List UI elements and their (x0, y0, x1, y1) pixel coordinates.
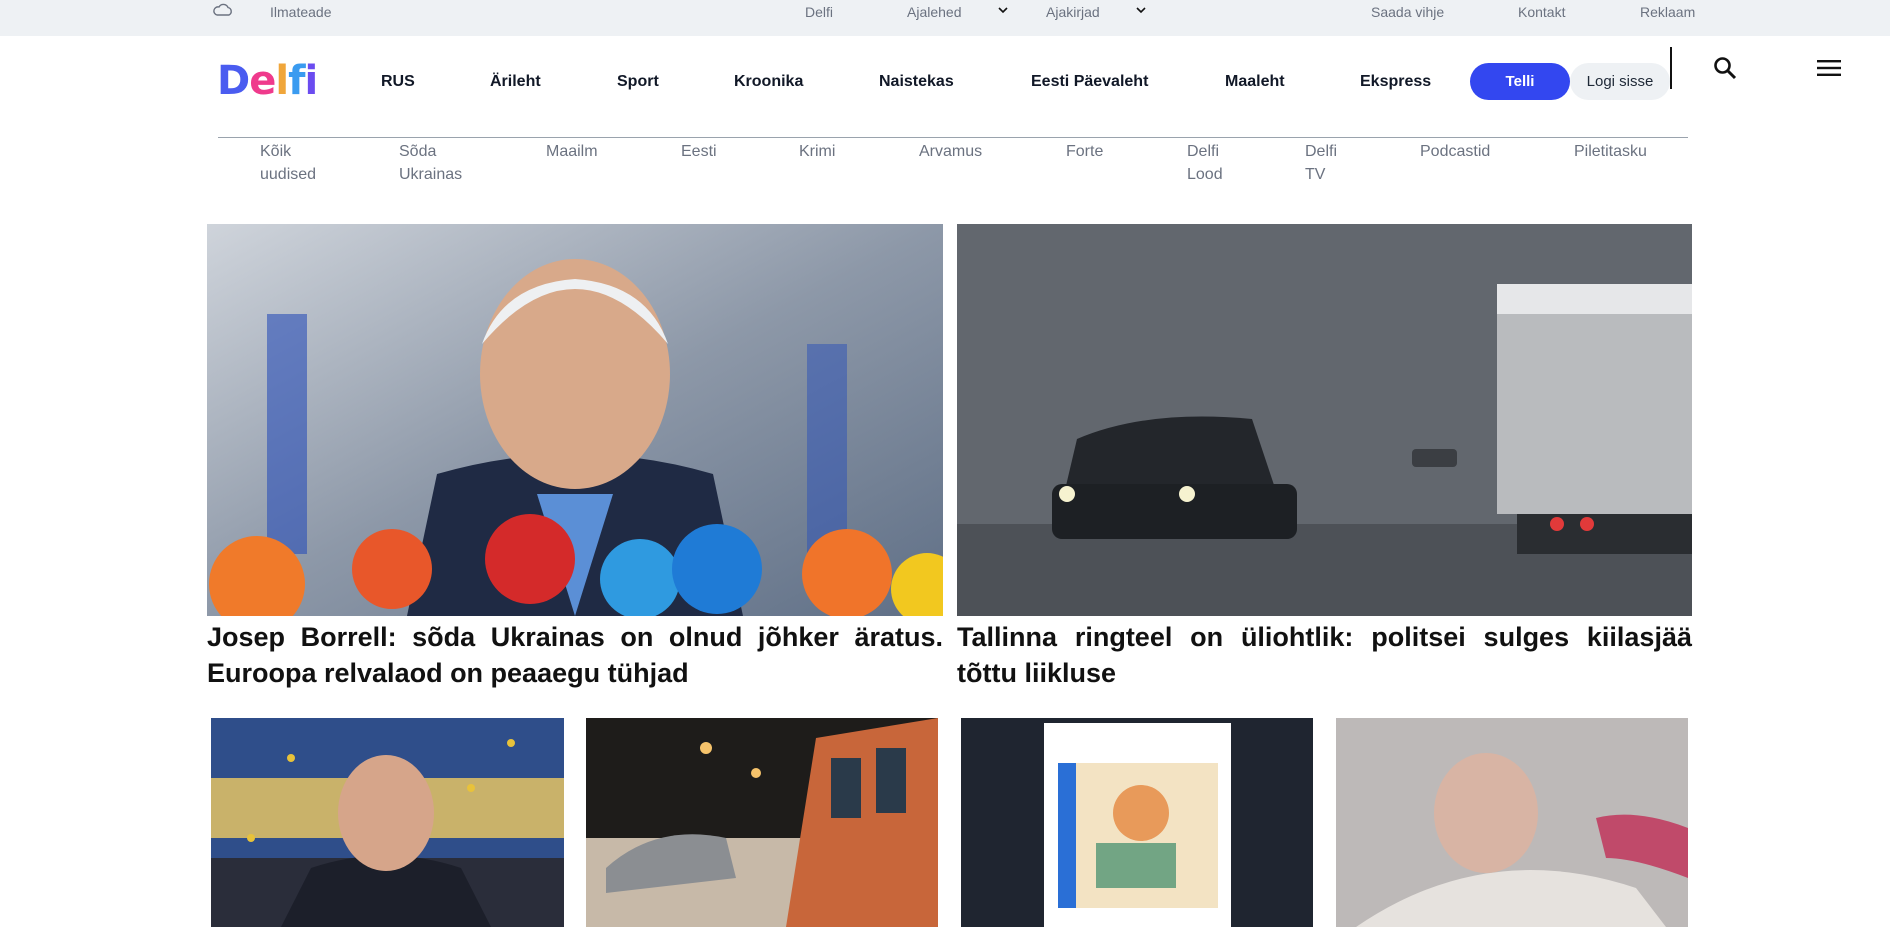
subscribe-button[interactable]: Telli (1470, 63, 1570, 100)
logo-letter: e (249, 58, 276, 104)
nav-item-ekspress[interactable]: Ekspress (1360, 73, 1431, 91)
chevron-down-icon[interactable] (1134, 3, 1148, 17)
subnav-item-piletitasku[interactable]: Piletitasku (1574, 140, 1647, 163)
subnav-item-eesti[interactable]: Eesti (681, 140, 717, 163)
article-image-borrell[interactable] (207, 224, 943, 616)
article-headline[interactable]: Tallinna ringteel on üliohtlik: politsei… (957, 619, 1692, 691)
photo-putin-illustration (211, 718, 564, 927)
chevron-down-icon[interactable] (996, 3, 1010, 17)
article-image-man-portrait[interactable] (1336, 718, 1688, 927)
delfi-link[interactable]: Delfi (805, 4, 833, 20)
subnav-item-delfi-tv[interactable]: Delfi TV (1305, 140, 1337, 186)
article-image-education-ad[interactable] (961, 718, 1313, 927)
nav-item-arileht[interactable]: Ärileht (490, 73, 541, 91)
article-image-tram[interactable] (586, 718, 938, 927)
nav-item-rus[interactable]: RUS (381, 73, 415, 91)
logo-letter: D (217, 58, 250, 104)
weather-link[interactable]: Ilmateade (270, 4, 331, 20)
photo-education-ad-illustration (961, 718, 1313, 927)
photo-tram-illustration (586, 718, 938, 927)
logo-letter: f (288, 58, 305, 104)
top-bar: Ilmateade Delfi Ajalehed Ajakirjad Saada… (0, 0, 1890, 36)
subnav-divider (218, 137, 1688, 138)
nav-item-eesti-paevaleht[interactable]: Eesti Päevaleht (1031, 73, 1148, 91)
subnav-item-maailm[interactable]: Maailm (546, 140, 598, 163)
photo-borrell-illustration (207, 224, 943, 616)
subnav-item-forte[interactable]: Forte (1066, 140, 1103, 163)
subnav-label: Delfi (1187, 143, 1220, 160)
contact-link[interactable]: Kontakt (1518, 4, 1565, 20)
search-icon[interactable] (1712, 55, 1738, 81)
logo-letter: l (275, 58, 289, 104)
subnav-label: Kõik (260, 143, 292, 160)
subnav-label: Delfi (1305, 143, 1338, 160)
subnav-label: Ukrainas (399, 166, 463, 183)
nav-item-kroonika[interactable]: Kroonika (734, 73, 803, 91)
hamburger-menu-icon[interactable] (1816, 58, 1842, 78)
subnav-item-krimi[interactable]: Krimi (799, 140, 835, 163)
photo-man-portrait-illustration (1336, 718, 1688, 927)
subnav-item-arvamus[interactable]: Arvamus (919, 140, 982, 163)
subnav-label: TV (1305, 166, 1326, 183)
nav-item-sport[interactable]: Sport (617, 73, 659, 91)
subnav-label: Lood (1187, 166, 1223, 183)
newspapers-dropdown[interactable]: Ajalehed (907, 4, 962, 20)
cloud-icon[interactable] (212, 3, 234, 17)
subnav-item-koik-uudised[interactable]: Kõik uudised (260, 140, 316, 186)
login-button[interactable]: Logi sisse (1570, 63, 1670, 100)
article-headline[interactable]: Josep Borrell: sõda Ukrainas on olnud jõ… (207, 619, 943, 691)
logo-letter: i (304, 58, 318, 104)
send-tip-link[interactable]: Saada vihje (1371, 4, 1444, 20)
nav-item-naistekas[interactable]: Naistekas (879, 73, 954, 91)
delfi-logo[interactable]: Delfi (217, 61, 318, 101)
subnav-label: Sõda (399, 143, 437, 160)
photo-fog-road-illustration (957, 224, 1692, 616)
subnav-item-delfi-lood[interactable]: Delfi Lood (1187, 140, 1223, 186)
subnav-label: uudised (260, 166, 317, 183)
subnav-item-podcastid[interactable]: Podcastid (1420, 140, 1490, 163)
divider (1670, 47, 1672, 89)
magazines-dropdown[interactable]: Ajakirjad (1046, 4, 1100, 20)
article-image-putin[interactable] (211, 718, 564, 927)
subnav-item-soda-ukrainas[interactable]: Sõda Ukrainas (399, 140, 462, 186)
advertise-link[interactable]: Reklaam (1640, 4, 1695, 20)
article-image-fog-road[interactable] (957, 224, 1692, 616)
nav-item-maaleht[interactable]: Maaleht (1225, 73, 1285, 91)
